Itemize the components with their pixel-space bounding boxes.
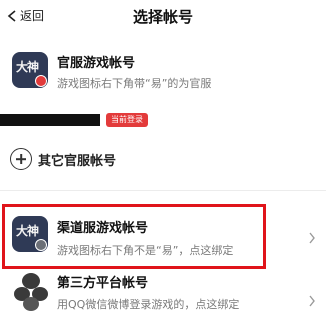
official-badge-icon (35, 75, 47, 87)
third-party-subtitle: 用QQ微信微博登录游戏的，点这绑定 (57, 298, 240, 311)
chevron-right-icon (309, 232, 315, 244)
current-account-row[interactable]: 当前登录 (0, 108, 326, 130)
page-title: 选择帐号 (132, 8, 193, 26)
social-accounts-icon (14, 273, 50, 313)
official-accounts-row[interactable]: 大神 官服游戏帐号 游戏图标右下角带“易”的为官服 (0, 48, 326, 98)
highlight-box (2, 204, 266, 269)
official-subtitle: 游戏图标右下角带“易”的为官服 (57, 77, 212, 90)
plus-circle-icon (10, 148, 32, 170)
current-login-badge: 当前登录 (106, 113, 148, 127)
top-bar: 返回 选择帐号 (0, 0, 326, 34)
chevron-right-icon (309, 295, 315, 307)
game-logo-glyph: 大神 (16, 60, 39, 74)
add-other-official-account[interactable]: 其它官服帐号 (0, 146, 326, 176)
official-title: 官服游戏帐号 (57, 56, 136, 71)
other-official-label: 其它官服帐号 (38, 154, 117, 169)
section-divider (0, 190, 326, 191)
third-party-title: 第三方平台帐号 (57, 276, 149, 291)
game-app-icon: 大神 (12, 52, 48, 88)
redacted-account-name (0, 114, 100, 126)
